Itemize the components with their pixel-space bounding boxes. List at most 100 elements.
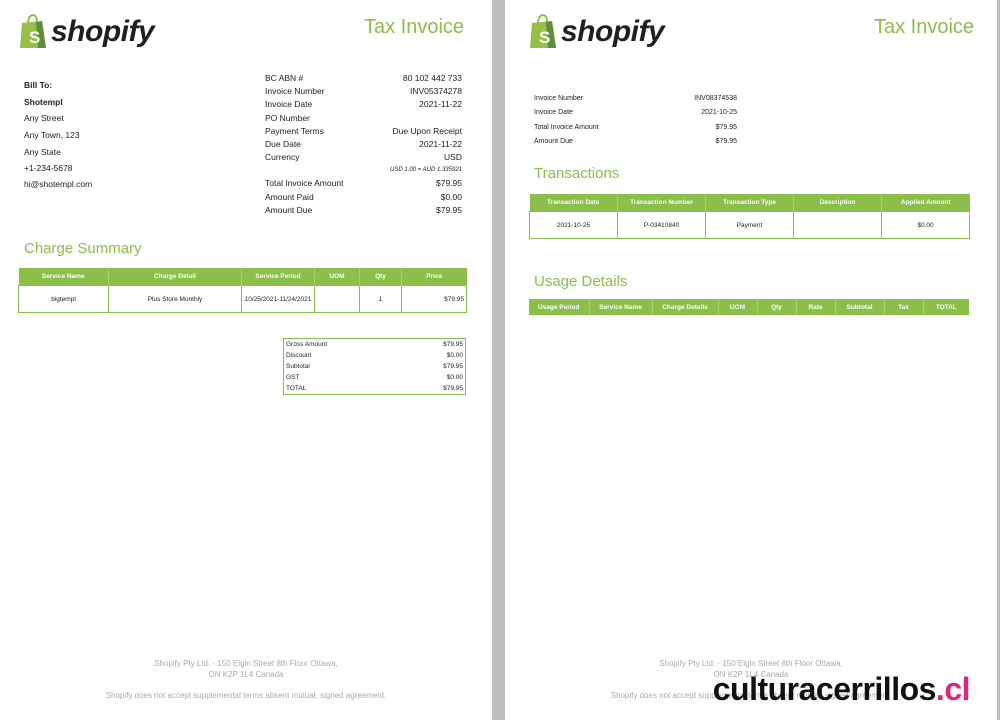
col-header: Charge Details xyxy=(652,299,719,315)
usage-details-table: Usage Period Service Name Charge Details… xyxy=(529,299,969,315)
totals-row: Gross Amount $79.95 xyxy=(284,339,466,351)
table-cell xyxy=(793,211,882,239)
charge-summary-title: Charge Summary xyxy=(24,240,142,257)
table-cell: 1 xyxy=(359,285,402,313)
col-header: Service Period xyxy=(241,268,315,286)
footer-address: Shopify Pty Ltd. · 150 Elgin Street 8th … xyxy=(0,658,492,680)
currency-value: USD xyxy=(444,152,462,162)
total-invoice-label: Total Invoice Amount xyxy=(534,124,599,131)
col-header: Transaction Number xyxy=(617,194,706,212)
footer-address-line1: Shopify Pty Ltd. · 150 Elgin Street 8th … xyxy=(659,659,843,668)
footer-disclaimer: Shopify does not accept supplemental ter… xyxy=(105,691,387,700)
table-row: bigtempl Plus Store Monthly 10/25/2021-1… xyxy=(18,285,467,313)
col-header: Tax xyxy=(884,299,924,315)
amount-due-label: Amount Due xyxy=(534,138,573,145)
totals-label: Gross Amount xyxy=(286,341,328,348)
totals-row: TOTAL $79.95 xyxy=(284,383,466,395)
col-header: Qty xyxy=(359,268,402,286)
invoice-page-2: S shopify Tax Invoice Invoice Number INV… xyxy=(505,0,997,720)
invoice-date-value: 2021-10-25 xyxy=(701,109,737,116)
col-header: Qty xyxy=(757,299,797,315)
abn-label: BC ABN # xyxy=(265,73,304,83)
col-header: Service Name xyxy=(18,268,109,286)
table-cell: $0.00 xyxy=(881,211,970,239)
col-header: TOTAL xyxy=(923,299,969,315)
col-header: Transaction Date xyxy=(529,194,618,212)
totals-label: GST xyxy=(286,374,300,381)
bill-to-town: Any Town, 123 xyxy=(24,130,80,140)
table-cell: 2021-10-25 xyxy=(529,211,618,239)
due-date-label: Due Date xyxy=(265,139,301,149)
total-invoice-value: $79.95 xyxy=(715,124,737,131)
bill-to-heading: Bill To: xyxy=(24,80,53,90)
totals-label: Subtotal xyxy=(286,363,310,370)
totals-table: Gross Amount $79.95 Discount $0.00 Subtota… xyxy=(283,338,466,395)
currency-label: Currency xyxy=(265,152,300,162)
table-cell: 10/25/2021-11/24/2021 xyxy=(241,285,315,313)
amount-due-label: Amount Due xyxy=(265,205,313,215)
table-cell: Payment xyxy=(705,211,794,239)
col-header: Rate xyxy=(796,299,836,315)
table-header-row: Service Name Charge Detail Service Perio… xyxy=(18,268,467,286)
totals-label: TOTAL xyxy=(286,385,307,392)
transactions-table: Transaction Date Transaction Number Tran… xyxy=(529,194,970,239)
invoice-number-value: INV05374278 xyxy=(410,86,462,96)
payment-terms-value: Due Upon Receipt xyxy=(392,126,462,136)
amount-paid-label: Amount Paid xyxy=(265,192,314,202)
invoice-date-label: Invoice Date xyxy=(534,109,573,116)
totals-value: $79.95 xyxy=(443,363,463,370)
bill-to-email: hi@shotempl.com xyxy=(24,179,93,189)
footer-address-line2: ON K2P 1L4 Canada xyxy=(208,670,284,679)
bill-to-name: Shotempl xyxy=(24,97,63,107)
table-header-row: Usage Period Service Name Charge Details… xyxy=(529,299,969,315)
due-date-value: 2021-11-22 xyxy=(419,139,462,149)
shopify-logo: S shopify xyxy=(528,14,665,50)
table-cell: P-03410840 xyxy=(617,211,706,239)
table-header-row: Transaction Date Transaction Number Tran… xyxy=(529,194,970,212)
totals-label: Discount xyxy=(286,352,312,359)
watermark-text: culturacerrillos xyxy=(712,671,937,707)
col-header: Price xyxy=(401,268,467,286)
amount-due-value: $79.95 xyxy=(436,205,462,215)
totals-row: Discount $0.00 xyxy=(284,350,466,361)
table-cell: bigtempl xyxy=(18,285,109,313)
page-title: Tax Invoice xyxy=(364,16,465,38)
shopify-bag-icon: S xyxy=(530,14,556,48)
page-title: Tax Invoice xyxy=(874,16,975,38)
col-header: Transaction Type xyxy=(705,194,794,212)
bill-to-phone: +1-234-5678 xyxy=(24,163,73,173)
invoice-page-1: S shopify Tax Invoice Bill To: Shotempl … xyxy=(0,0,492,720)
shopify-logo: S shopify xyxy=(18,14,155,50)
amount-paid-value: $0.00 xyxy=(440,192,462,202)
col-header: Charge Detail xyxy=(108,268,242,286)
totals-value: $0.00 xyxy=(446,374,463,381)
totals-value: $79.95 xyxy=(443,385,463,392)
usage-details-title: Usage Details xyxy=(534,273,628,290)
table-cell: Plus Store Monthly xyxy=(108,285,242,313)
table-cell xyxy=(314,285,360,313)
total-invoice-value: $79.95 xyxy=(436,178,462,188)
invoice-number-value: INV08374538 xyxy=(694,95,737,102)
svg-text:S: S xyxy=(29,28,40,47)
amount-due-value: $79.95 xyxy=(715,138,737,145)
col-header: Applied Amount xyxy=(881,194,970,212)
charge-summary-table: Service Name Charge Detail Service Perio… xyxy=(18,268,467,313)
shopify-wordmark: shopify xyxy=(561,15,665,48)
watermark-tld: .cl xyxy=(935,671,971,707)
invoice-number-label: Invoice Number xyxy=(265,86,325,96)
svg-text:S: S xyxy=(539,28,550,47)
totals-row: GST $0.00 xyxy=(284,372,466,383)
site-watermark: culturacerrillos.cl xyxy=(712,671,971,708)
abn-value: 80 102 442 733 xyxy=(402,73,462,83)
total-invoice-label: Total Invoice Amount xyxy=(265,178,344,188)
bill-to-state: Any State xyxy=(24,147,61,157)
invoice-date-label: Invoice Date xyxy=(265,99,313,109)
payment-terms-label: Payment Terms xyxy=(265,126,324,136)
po-number-label: PO Number xyxy=(265,113,310,123)
col-header: Service Name xyxy=(589,299,653,315)
transactions-title: Transactions xyxy=(534,165,620,182)
totals-value: $0.00 xyxy=(446,352,463,359)
col-header: UOM xyxy=(314,268,360,286)
col-header: Description xyxy=(793,194,882,212)
table-cell: $79.95 xyxy=(401,285,467,313)
